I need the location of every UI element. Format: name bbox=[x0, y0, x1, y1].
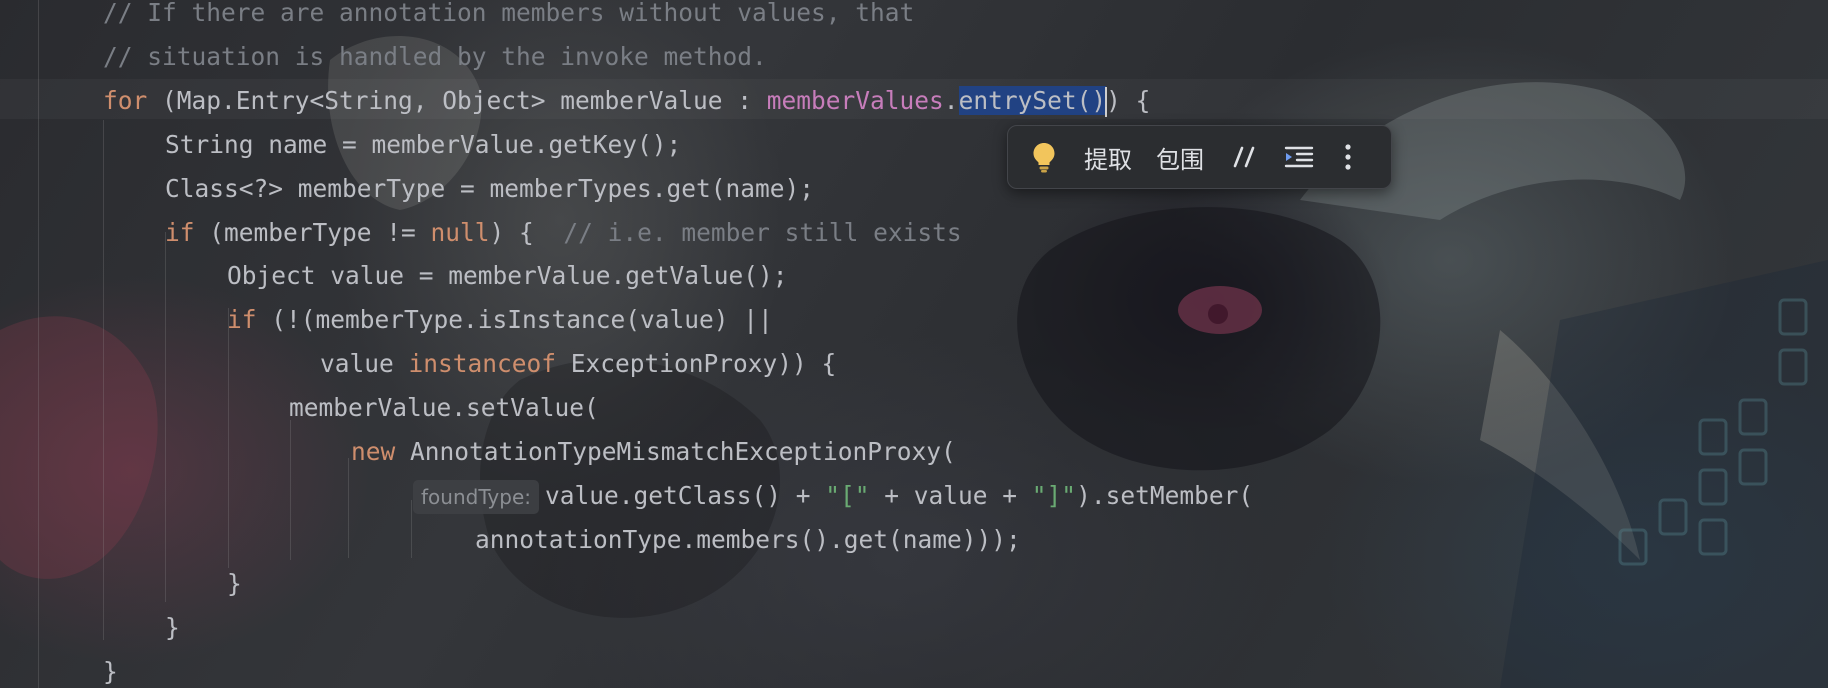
code-selection: entrySet() bbox=[958, 86, 1107, 115]
indent-guide bbox=[228, 308, 229, 568]
parameter-hint: foundType: bbox=[413, 480, 539, 514]
code-token: } bbox=[165, 613, 180, 642]
code-line[interactable]: foundType: value.getClass() + "[" + value… bbox=[413, 474, 1253, 518]
code-token: String name = memberValue.getKey(); bbox=[165, 130, 682, 159]
code-comment: // situation is handled by the invoke me… bbox=[103, 42, 767, 71]
code-token: annotationType.members().get(name))); bbox=[475, 525, 1021, 554]
code-line[interactable]: Class<?> memberType = memberTypes.get(na… bbox=[165, 167, 814, 211]
code-token: Object value = memberValue.getValue(); bbox=[227, 261, 788, 290]
code-token: value bbox=[320, 349, 409, 378]
code-token: . bbox=[943, 86, 959, 115]
comment-icon bbox=[1233, 146, 1255, 168]
lightbulb-icon bbox=[1033, 143, 1055, 173]
indent-guide bbox=[165, 232, 166, 602]
code-token: ) { bbox=[489, 218, 564, 247]
code-line[interactable]: memberValue.setValue( bbox=[289, 386, 599, 430]
code-line[interactable]: value instanceof ExceptionProxy)) { bbox=[320, 342, 836, 386]
floating-code-toolbar: 提取 包围 bbox=[1007, 125, 1392, 189]
code-token: + value + bbox=[869, 481, 1032, 510]
comment-button[interactable] bbox=[1230, 135, 1260, 179]
code-line[interactable]: if (memberType != null) { // i.e. member… bbox=[165, 211, 962, 255]
indent-guide bbox=[348, 458, 349, 558]
code-line[interactable]: for (Map.Entry<String, Object> memberVal… bbox=[103, 79, 1150, 123]
code-token: (memberType != bbox=[194, 218, 431, 247]
code-token: ) { bbox=[1106, 86, 1151, 115]
indent-guide bbox=[411, 500, 412, 558]
code-token: ).setMember( bbox=[1076, 481, 1254, 510]
reformat-button[interactable] bbox=[1282, 135, 1316, 179]
code-token: (Map.Entry<String, Object> memberValue : bbox=[147, 86, 767, 115]
code-string: "]" bbox=[1031, 481, 1077, 510]
code-keyword: null bbox=[430, 218, 490, 247]
code-token: AnnotationTypeMismatchExceptionProxy( bbox=[395, 437, 956, 466]
code-string: "[" bbox=[825, 481, 870, 510]
code-field: memberValues bbox=[766, 86, 944, 115]
code-comment: // If there are annotation members witho… bbox=[103, 0, 915, 27]
code-keyword: if bbox=[227, 305, 257, 334]
code-line[interactable]: } bbox=[227, 562, 242, 606]
code-token: ExceptionProxy)) { bbox=[556, 349, 837, 378]
code-line[interactable]: // If there are annotation members witho… bbox=[103, 0, 914, 35]
code-token: Class<?> memberType = memberTypes.get(na… bbox=[165, 174, 815, 203]
code-keyword: if bbox=[165, 218, 195, 247]
indent-guide bbox=[290, 420, 291, 560]
code-line[interactable]: } bbox=[165, 606, 180, 650]
code-keyword: for bbox=[103, 86, 148, 115]
code-line[interactable]: } bbox=[103, 650, 118, 688]
reformat-icon bbox=[1284, 146, 1314, 168]
code-token: } bbox=[227, 569, 242, 598]
code-token: memberValue.setValue( bbox=[289, 393, 599, 422]
code-line[interactable]: // situation is handled by the invoke me… bbox=[103, 35, 767, 79]
code-comment: // i.e. member still exists bbox=[563, 218, 962, 247]
code-token: } bbox=[103, 657, 118, 686]
intention-actions-button[interactable] bbox=[1030, 135, 1058, 179]
code-keyword: new bbox=[351, 437, 396, 466]
indent-guide bbox=[103, 120, 104, 640]
code-line[interactable]: String name = memberValue.getKey(); bbox=[165, 123, 681, 167]
code-line[interactable]: new AnnotationTypeMismatchExceptionProxy… bbox=[351, 430, 956, 474]
code-line[interactable]: Object value = memberValue.getValue(); bbox=[227, 254, 788, 298]
indent-guide bbox=[38, 0, 39, 688]
extract-button[interactable]: 提取 bbox=[1084, 135, 1132, 179]
code-line[interactable]: annotationType.members().get(name))); bbox=[475, 518, 1021, 562]
code-editor[interactable]: // If there are annotation members witho… bbox=[0, 0, 1828, 688]
code-line[interactable]: if (!(memberType.isInstance(value) || bbox=[227, 298, 773, 342]
code-token: value.getClass() + bbox=[545, 481, 826, 510]
more-options-button[interactable] bbox=[1338, 135, 1358, 179]
code-token: (!(memberType.isInstance(value) || bbox=[256, 305, 773, 334]
more-vertical-icon bbox=[1345, 144, 1351, 170]
code-keyword: instanceof bbox=[408, 349, 557, 378]
surround-button[interactable]: 包围 bbox=[1156, 135, 1204, 179]
